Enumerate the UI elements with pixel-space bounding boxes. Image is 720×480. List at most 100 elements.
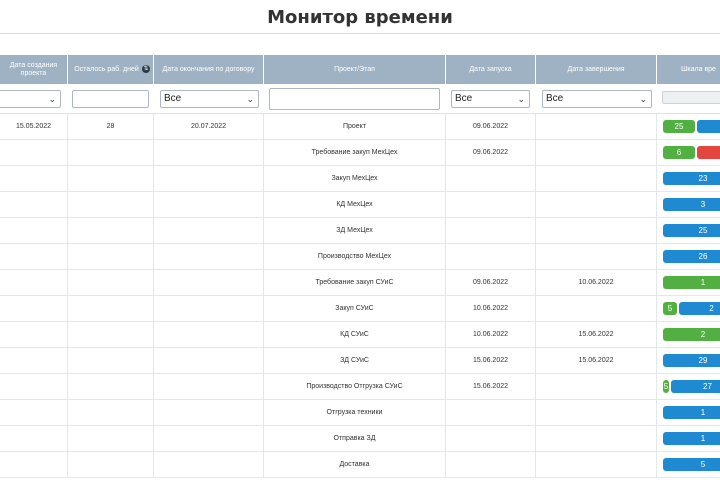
cell-finish <box>536 218 657 243</box>
timeline-bar-green[interactable]: 6 <box>663 146 695 159</box>
cell-start: 15.06.2022 <box>446 348 536 373</box>
timeline-bar-blue[interactable]: 23 <box>663 172 720 185</box>
timeline-bar-blue[interactable]: 1 <box>663 432 720 445</box>
cell-start: 10.06.2022 <box>446 322 536 347</box>
cell-days-left <box>68 426 154 451</box>
timeline-bar-blue[interactable]: 1 <box>663 406 720 419</box>
cell-stage: Закуп СУиС <box>264 296 446 321</box>
table-row[interactable]: Требование закуп СУиС 09.06.2022 10.06.202… <box>0 270 720 296</box>
table-row[interactable]: ЗД МехЦех 25 <box>0 218 720 244</box>
title-bar: Монитор времени <box>0 0 720 34</box>
days-left-filter-input[interactable] <box>72 90 149 108</box>
timeline-bar-green[interactable]: 2 <box>663 328 720 341</box>
cell-created <box>0 452 68 477</box>
contract-end-filter-select[interactable]: Все ⌄ <box>160 90 259 108</box>
created-filter-select[interactable]: ⌄ <box>0 90 61 108</box>
cell-timeline: 26 <box>657 244 720 269</box>
cell-finish: 10.06.2022 <box>536 270 657 295</box>
table-row[interactable]: Отгрузка техники 1 <box>0 400 720 426</box>
chevron-down-icon: ⌄ <box>639 94 647 104</box>
cell-timeline: 5 27 <box>657 374 720 399</box>
start-filter-select[interactable]: Все ⌄ <box>451 90 530 108</box>
timeline-bar-green[interactable]: 5 <box>663 302 677 315</box>
table-row[interactable]: КД МехЦех 3 <box>0 192 720 218</box>
cell-finish <box>536 374 657 399</box>
cell-finish <box>536 296 657 321</box>
cell-contract-end <box>154 400 264 425</box>
timeline-bar-blue[interactable]: 27 <box>671 380 720 393</box>
table-row[interactable]: Производство МехЦех 26 <box>0 244 720 270</box>
time-monitor-grid: Дата создания проекта Осталось раб. дней… <box>0 55 720 480</box>
col-header-created[interactable]: Дата создания проекта <box>0 55 68 84</box>
timeline-bar-blue[interactable]: 2 <box>679 302 720 315</box>
cell-created <box>0 322 68 347</box>
col-header-stage[interactable]: Проект/Этап <box>264 55 446 84</box>
table-row[interactable]: Закуп МехЦех 23 <box>0 166 720 192</box>
cell-stage: ЗД МехЦех <box>264 218 446 243</box>
timeline-bar-blue[interactable]: 26 <box>663 250 720 263</box>
cell-stage: КД МехЦех <box>264 192 446 217</box>
cell-start <box>446 166 536 191</box>
timeline-bar-blue[interactable]: 5 <box>663 458 720 471</box>
cell-contract-end <box>154 218 264 243</box>
contract-end-filter-value: Все <box>164 93 182 104</box>
cell-days-left <box>68 270 154 295</box>
col-header-days-left[interactable]: Осталось раб. дней ⇅ <box>68 55 154 84</box>
timeline-bar-green[interactable]: 25 <box>663 120 695 133</box>
cell-start <box>446 452 536 477</box>
cell-created <box>0 218 68 243</box>
cell-timeline: 5 <box>657 452 720 477</box>
col-header-contract-end[interactable]: Дата окончания по договору <box>154 55 264 84</box>
cell-created <box>0 140 68 165</box>
cell-finish <box>536 244 657 269</box>
cell-timeline: 6 <box>657 140 720 165</box>
cell-created <box>0 192 68 217</box>
cell-finish <box>536 140 657 165</box>
cell-timeline: 25 <box>657 218 720 243</box>
table-row[interactable]: Производство Отгрузка СУиС 15.06.2022 5 27 <box>0 374 720 400</box>
cell-start <box>446 192 536 217</box>
table-row[interactable]: Закуп СУиС 10.06.2022 5 2 <box>0 296 720 322</box>
timeline-bar-blue[interactable]: 3 <box>663 198 720 211</box>
cell-stage: КД СУиС <box>264 322 446 347</box>
cell-days-left <box>68 140 154 165</box>
col-header-start[interactable]: Дата запуска <box>446 55 536 84</box>
finish-filter-value: Все <box>546 93 564 104</box>
cell-stage: Производство МехЦех <box>264 244 446 269</box>
cell-start <box>446 244 536 269</box>
timeline-bar-blue[interactable] <box>697 120 720 133</box>
stage-filter-input[interactable] <box>269 88 440 110</box>
table-row[interactable]: Доставка 5 <box>0 452 720 478</box>
timeline-bar-green[interactable]: 5 <box>663 380 669 393</box>
table-row[interactable]: 15.05.2022 28 20.07.2022 Проект 09.06.2022 25 <box>0 114 720 140</box>
cell-timeline: 1 <box>657 400 720 425</box>
timeline-filter-input[interactable] <box>662 91 720 104</box>
cell-timeline: 25 <box>657 114 720 139</box>
cell-contract-end <box>154 348 264 373</box>
table-row[interactable]: Отправка ЗД 1 <box>0 426 720 452</box>
timeline-bar-blue[interactable]: 25 <box>663 224 720 237</box>
cell-created <box>0 166 68 191</box>
table-row[interactable]: Требование закуп МехЦех 09.06.2022 6 <box>0 140 720 166</box>
timeline-bar-red[interactable] <box>697 146 720 159</box>
cell-contract-end <box>154 452 264 477</box>
cell-start <box>446 218 536 243</box>
table-row[interactable]: ЗД СУиС 15.06.2022 15.06.2022 29 <box>0 348 720 374</box>
col-header-timeline[interactable]: Шкала вре <box>657 55 720 84</box>
cell-stage: ЗД СУиС <box>264 348 446 373</box>
table-row[interactable]: КД СУиС 10.06.2022 15.06.2022 2 <box>0 322 720 348</box>
timeline-bar-green[interactable]: 1 <box>663 276 720 289</box>
cell-days-left <box>68 192 154 217</box>
cell-stage: Отправка ЗД <box>264 426 446 451</box>
timeline-bar-blue[interactable]: 29 <box>663 354 720 367</box>
cell-stage: Проект <box>264 114 446 139</box>
cell-timeline: 23 <box>657 166 720 191</box>
cell-finish <box>536 400 657 425</box>
cell-finish: 15.06.2022 <box>536 322 657 347</box>
sort-icon[interactable]: ⇅ <box>142 65 150 73</box>
finish-filter-select[interactable]: Все ⌄ <box>542 90 652 108</box>
col-header-finish[interactable]: Дата завершения <box>536 55 657 84</box>
cell-stage: Требование закуп МехЦех <box>264 140 446 165</box>
chevron-down-icon: ⌄ <box>48 94 56 104</box>
cell-contract-end <box>154 322 264 347</box>
